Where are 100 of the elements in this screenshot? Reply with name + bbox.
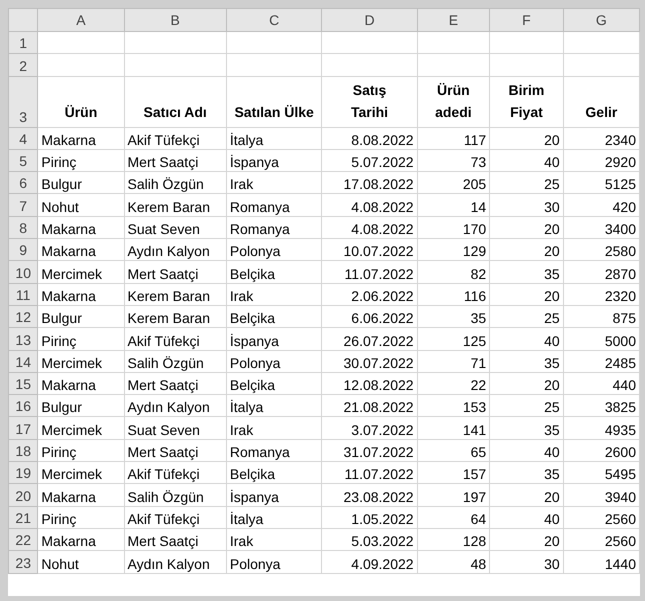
row-header[interactable]: 9 — [8, 238, 38, 261]
cell-value: 4.08.2022 — [351, 198, 414, 215]
cell-value: 1.05.2022 — [351, 510, 414, 527]
column-header[interactable]: C — [226, 8, 322, 32]
cell-value: 8.08.2022 — [351, 132, 414, 148]
cell-value: 12.08.2022 — [344, 377, 414, 394]
cell-value: Mercimek — [41, 466, 102, 482]
cell-value: 40 — [544, 154, 560, 170]
row-header[interactable]: 3 — [8, 76, 38, 128]
cell-value: 30 — [544, 198, 560, 215]
cell-value: Mert Saatçi — [128, 377, 198, 394]
row-header[interactable]: 20 — [8, 484, 38, 506]
row-header[interactable]: 21 — [8, 506, 38, 528]
cell-value: 73 — [470, 154, 486, 170]
row-header[interactable]: 15 — [8, 372, 38, 395]
cell-value: 71 — [470, 354, 486, 371]
row-header[interactable]: 8 — [8, 216, 38, 239]
cell-value: Pirinç — [41, 510, 76, 527]
cell-value: Aydın Kalyon — [128, 399, 210, 416]
column-header[interactable]: F — [490, 8, 564, 32]
cell-value: 2920 — [604, 154, 636, 170]
column-title: Birim Fiyat — [508, 82, 544, 120]
column-title: Satıcı Adı — [144, 104, 207, 120]
cell-value: Romanya — [230, 198, 290, 215]
row-header[interactable]: 2 — [8, 54, 38, 76]
cell-value: İspanya — [230, 154, 279, 170]
cell-value: 2340 — [604, 132, 636, 148]
row-header[interactable]: 7 — [8, 194, 38, 216]
cell-value: 10.07.2022 — [344, 243, 414, 260]
cell-value: Makarna — [41, 288, 96, 304]
row-header[interactable]: 16 — [8, 394, 38, 417]
column-header[interactable]: A — [38, 8, 124, 32]
column-title: Gelir — [585, 104, 618, 120]
cell-value: İtalya — [230, 510, 264, 527]
cell-value: Salih Özgün — [128, 176, 204, 192]
cell-value: Kerem Baran — [128, 288, 210, 304]
cell-value: Nohut — [41, 198, 79, 215]
cell-value: Akif Tüfekçi — [128, 466, 200, 482]
column-header[interactable]: G — [563, 8, 640, 32]
cell-value: 5.03.2022 — [351, 533, 414, 550]
cell-value: 25 — [544, 399, 560, 416]
cell-value: 22 — [470, 377, 486, 394]
row-header[interactable]: 13 — [8, 328, 38, 350]
row-header[interactable]: 22 — [8, 528, 38, 551]
cell-value: 141 — [462, 422, 486, 438]
row-header[interactable]: 5 — [8, 149, 38, 172]
cell-value: Makarna — [41, 488, 96, 505]
cell-value: 30.07.2022 — [344, 354, 414, 371]
cell-value: Belçika — [230, 266, 276, 282]
column-header[interactable]: D — [322, 8, 418, 32]
cell-value: Mercimek — [41, 422, 102, 438]
cell-value: 2580 — [604, 243, 636, 260]
row-header[interactable]: 17 — [8, 416, 38, 440]
cell-value: 875 — [612, 310, 636, 326]
cell-value: 128 — [462, 533, 486, 550]
cell-value: 3940 — [604, 488, 636, 505]
cell-value: Akif Tüfekçi — [128, 332, 200, 349]
cell-value: 3400 — [604, 221, 636, 238]
cell-value: 11.07.2022 — [344, 466, 414, 482]
cell-value: 170 — [462, 221, 486, 238]
cell-value: 125 — [462, 332, 486, 349]
cell-value: 64 — [470, 510, 486, 527]
row-header[interactable]: 6 — [8, 172, 38, 194]
cell-value: Mercimek — [41, 266, 102, 282]
cell-value: 153 — [462, 399, 486, 416]
cell-value: 14 — [470, 198, 486, 215]
cell-value: 26.07.2022 — [344, 332, 414, 349]
select-all-corner[interactable] — [8, 8, 38, 32]
cell-value: İtalya — [230, 399, 264, 416]
cell-value: 48 — [470, 556, 486, 572]
cell-value: Akif Tüfekçi — [128, 510, 200, 527]
cell-value: Kerem Baran — [128, 198, 210, 215]
cell-value: 35 — [544, 466, 560, 482]
cell-value: İspanya — [230, 332, 279, 349]
cell-value: 20 — [544, 132, 560, 148]
cell-value: 20 — [544, 221, 560, 238]
cell-value: Romanya — [230, 444, 290, 460]
row-header[interactable]: 12 — [8, 305, 38, 328]
row-header[interactable]: 23 — [8, 550, 38, 574]
row-header[interactable]: 10 — [8, 260, 38, 284]
row-header[interactable]: 14 — [8, 350, 38, 372]
cell-value: Irak — [230, 533, 254, 550]
cell-value: 20 — [544, 533, 560, 550]
cell-value: Makarna — [41, 377, 96, 394]
column-header[interactable]: E — [417, 8, 490, 32]
column-header[interactable]: B — [124, 8, 226, 32]
cell-value: 1440 — [604, 556, 636, 572]
cell-value: Romanya — [230, 221, 290, 238]
row-header[interactable]: 1 — [8, 32, 38, 54]
cell-value: 35 — [544, 266, 560, 282]
row-header[interactable]: 18 — [8, 439, 38, 462]
row-header[interactable]: 11 — [8, 283, 38, 306]
cell-value: 4.08.2022 — [351, 221, 414, 238]
cell-value: 40 — [544, 444, 560, 460]
cell-value: Irak — [230, 176, 254, 192]
cell-value: 21.08.2022 — [344, 399, 414, 416]
cell-value: Aydın Kalyon — [128, 243, 210, 260]
row-header[interactable]: 19 — [8, 462, 38, 484]
row-header[interactable]: 4 — [8, 127, 38, 150]
cell-value: 25 — [544, 176, 560, 192]
